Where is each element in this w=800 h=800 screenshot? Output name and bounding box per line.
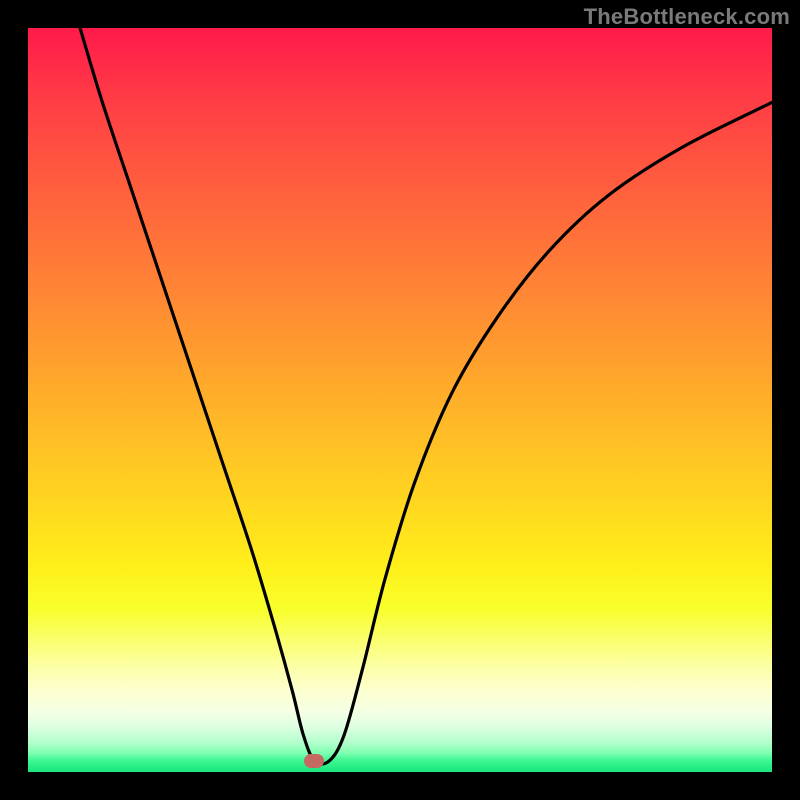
plot-area [28, 28, 772, 772]
outer-frame: TheBottleneck.com [0, 0, 800, 800]
optimal-point-marker [304, 754, 324, 768]
bottleneck-curve [28, 28, 772, 772]
watermark-text: TheBottleneck.com [584, 4, 790, 30]
